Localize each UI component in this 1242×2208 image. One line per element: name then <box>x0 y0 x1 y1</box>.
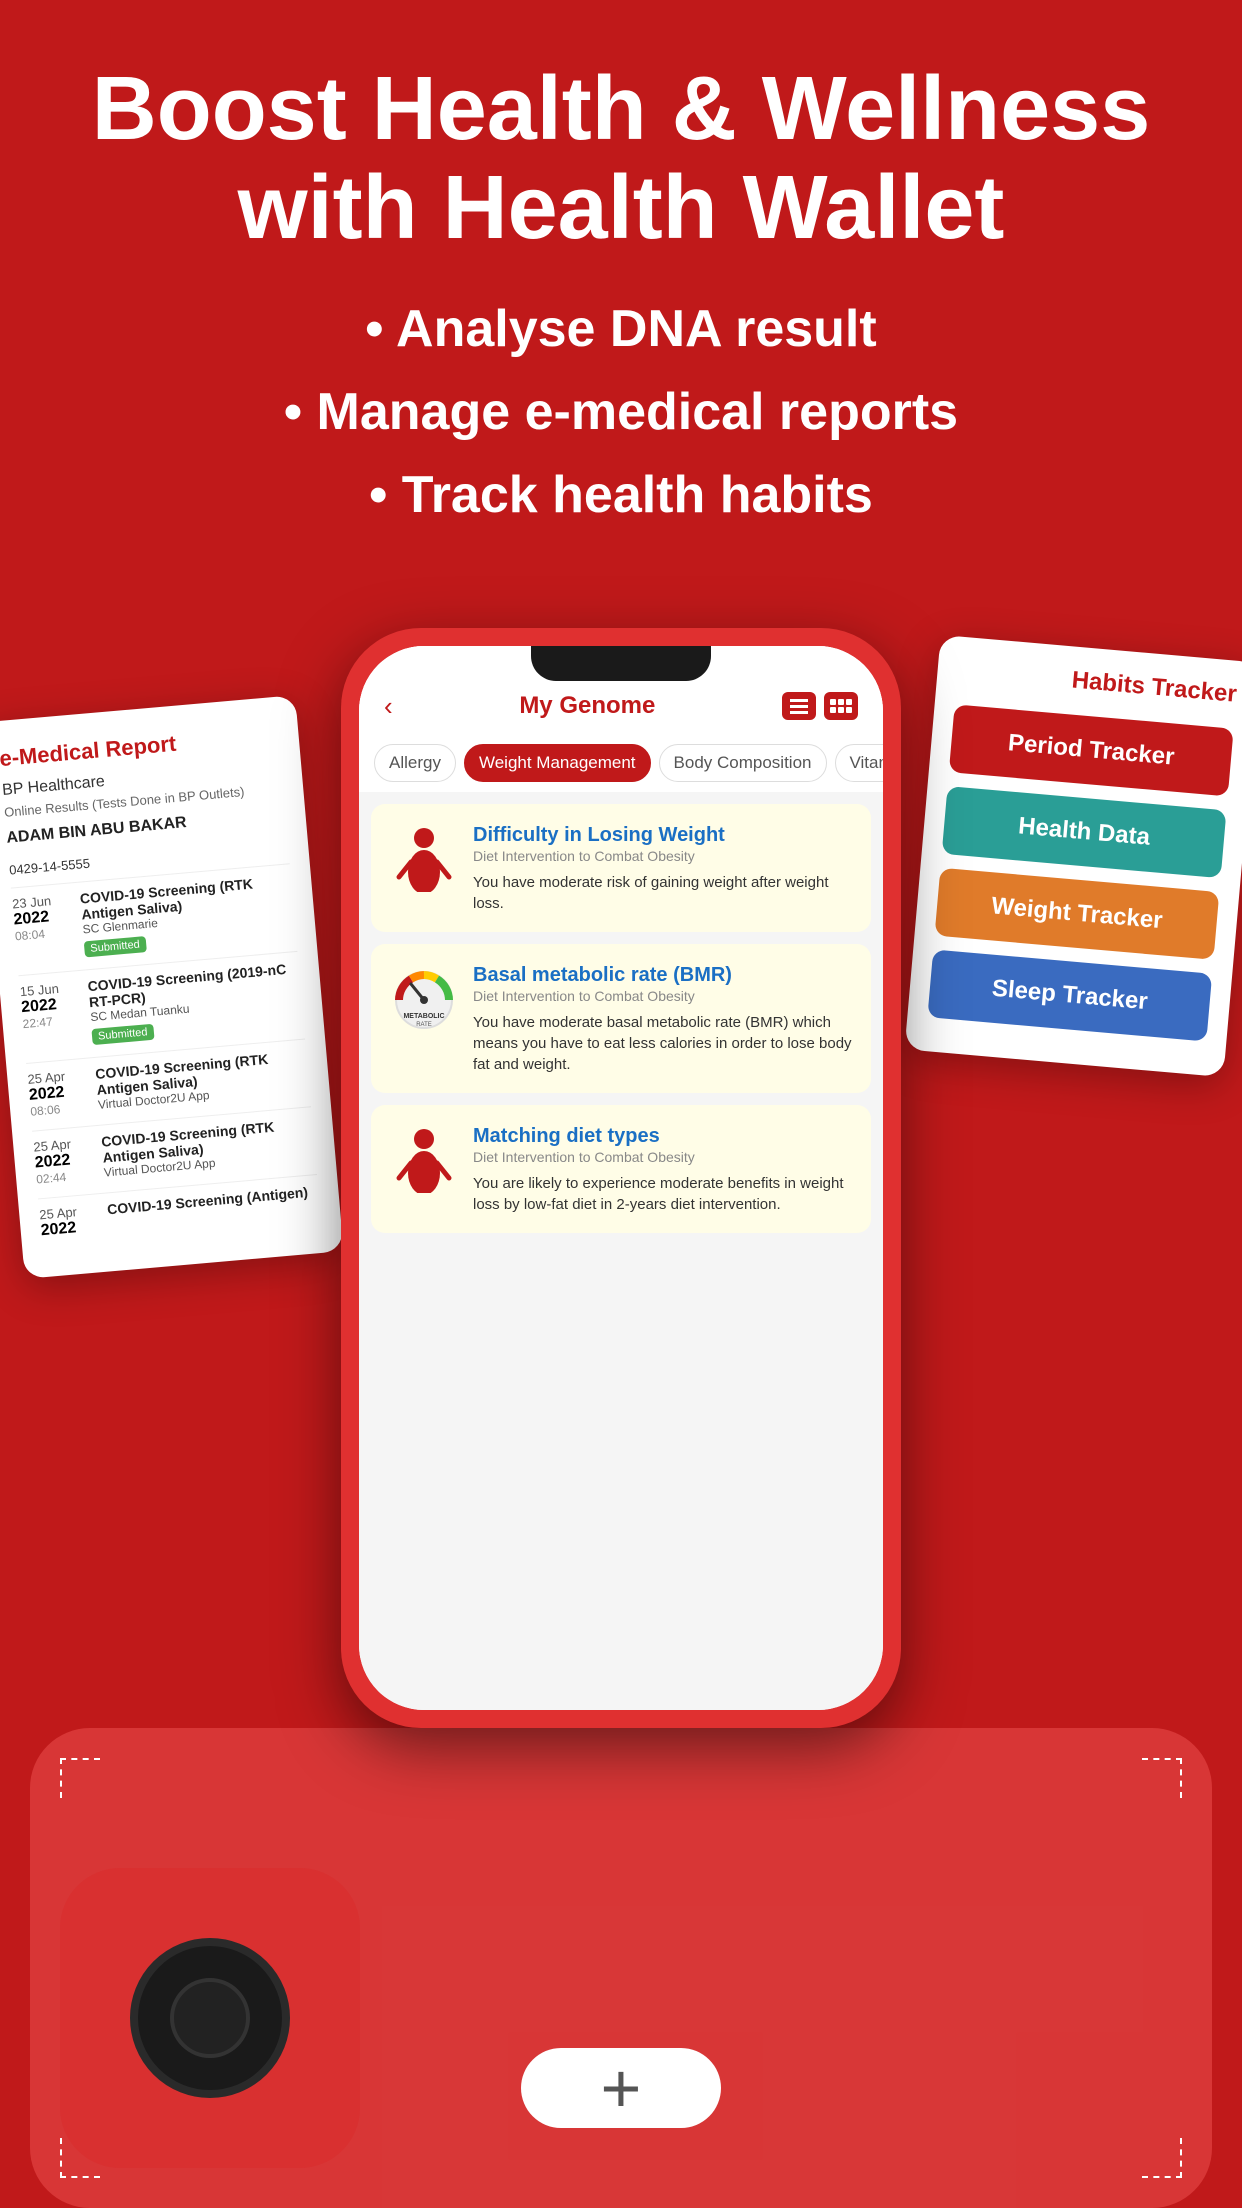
genome-card-1[interactable]: Difficulty in Losing Weight Diet Interve… <box>371 804 871 932</box>
card-1-icon <box>389 822 459 892</box>
tab-body-composition[interactable]: Body Composition <box>659 744 827 782</box>
bullet-dna: • Analyse DNA result <box>60 288 1182 371</box>
grid-view-icon[interactable] <box>824 692 858 720</box>
svg-text:RATE: RATE <box>416 1022 432 1028</box>
card-2-title: Basal metabolic rate (BMR) <box>473 962 853 988</box>
corner-tr <box>1142 1758 1182 1798</box>
back-button[interactable]: ‹ <box>384 691 393 722</box>
list-view-icon[interactable] <box>782 692 816 720</box>
tab-vitamins[interactable]: Vitami... <box>835 744 884 782</box>
genome-card-2[interactable]: METABOLIC RATE Basal metabolic rate (BMR… <box>371 944 871 1093</box>
period-tracker-item[interactable]: Period Tracker <box>949 704 1234 796</box>
sleep-tracker-item[interactable]: Sleep Tracker <box>927 949 1212 1041</box>
emedical-record-5: 25 Apr 2022 COVID-19 Screening (Antigen) <box>38 1174 321 1240</box>
filter-tabs-container: Allergy Weight Management Body Compositi… <box>359 734 883 792</box>
phone-notch <box>531 646 711 681</box>
camera-lens-inner <box>170 1978 250 2058</box>
camera-device <box>60 1868 360 2168</box>
emedical-record-2: 15 Jun 2022 22:47 COVID-19 Screening (20… <box>18 950 304 1050</box>
headline-line1: Boost Health & Wellness <box>92 59 1151 159</box>
svg-text:METABOLIC: METABOLIC <box>403 1013 444 1020</box>
card-1-body: You have moderate risk of gaining weight… <box>473 872 853 914</box>
phone-screen: ‹ My Genome <box>359 646 883 1710</box>
add-button[interactable]: + <box>521 2048 721 2128</box>
tab-weight-management[interactable]: Weight Management <box>464 744 651 782</box>
corner-tl <box>60 1758 100 1798</box>
emedical-record-4: 25 Apr 2022 02:44 COVID-19 Screening (RT… <box>32 1106 316 1186</box>
emedical-card: e-Medical Report BP Healthcare Online Re… <box>0 695 344 1279</box>
card-2-icon: METABOLIC RATE <box>389 962 459 1032</box>
card-2-subtitle: Diet Intervention to Combat Obesity <box>473 988 853 1004</box>
card-1-content: Difficulty in Losing Weight Diet Interve… <box>473 822 853 914</box>
card-3-content: Matching diet types Diet Intervention to… <box>473 1123 853 1215</box>
headline-line2: with Health Wallet <box>238 158 1005 258</box>
main-headline: Boost Health & Wellness with Health Wall… <box>60 60 1182 258</box>
genome-card-3[interactable]: Matching diet types Diet Intervention to… <box>371 1105 871 1233</box>
card-3-title: Matching diet types <box>473 1123 853 1149</box>
view-icons <box>782 692 858 720</box>
card-1-title: Difficulty in Losing Weight <box>473 822 853 848</box>
card-3-subtitle: Diet Intervention to Combat Obesity <box>473 1149 853 1165</box>
bullet-habits: • Track health habits <box>60 454 1182 537</box>
plus-icon: + <box>601 2053 642 2123</box>
card-3-body: You are likely to experience moderate be… <box>473 1173 853 1215</box>
corner-br <box>1142 2138 1182 2178</box>
habits-card: Habits Tracker Period Tracker Health Dat… <box>904 634 1242 1076</box>
emedical-record-3: 25 Apr 2022 08:06 COVID-19 Screening (RT… <box>26 1038 310 1118</box>
habits-title: Habits Tracker <box>956 656 1237 708</box>
phone-screen-container: ‹ My Genome <box>359 646 883 1710</box>
phone-mockup: ‹ My Genome <box>341 628 901 1728</box>
screen-title: My Genome <box>519 692 655 720</box>
card-3-icon <box>389 1123 459 1193</box>
card-1-subtitle: Diet Intervention to Combat Obesity <box>473 848 853 864</box>
phone-outer-frame: ‹ My Genome <box>341 628 901 1728</box>
camera-lens <box>130 1938 290 2098</box>
tab-allergy[interactable]: Allergy <box>374 744 456 782</box>
feature-bullets: • Analyse DNA result • Manage e-medical … <box>60 288 1182 538</box>
bottom-section: + <box>0 1688 1242 2208</box>
bullet-medical: • Manage e-medical reports <box>60 371 1182 454</box>
card-2-content: Basal metabolic rate (BMR) Diet Interven… <box>473 962 853 1075</box>
health-data-item[interactable]: Health Data <box>942 786 1227 878</box>
emedical-record-1: 23 Jun 2022 08:04 COVID-19 Screening (RT… <box>11 863 297 963</box>
header-section: Boost Health & Wellness with Health Wall… <box>0 0 1242 568</box>
weight-tracker-item[interactable]: Weight Tracker <box>935 867 1220 959</box>
card-2-body: You have moderate basal metabolic rate (… <box>473 1012 853 1075</box>
